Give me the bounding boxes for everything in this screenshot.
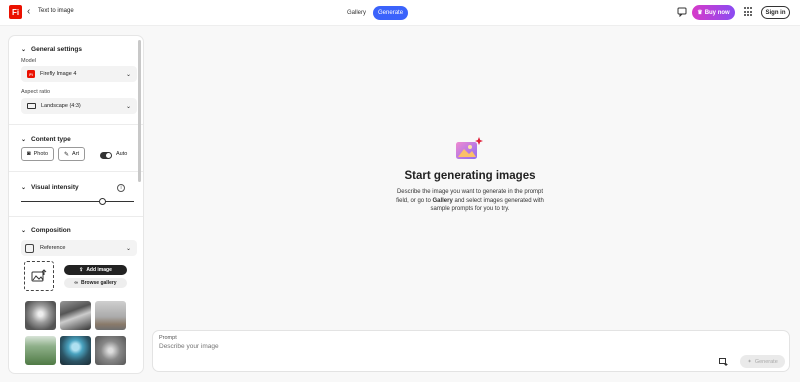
buy-now-button[interactable]: ♛ Buy now <box>692 5 735 20</box>
photo-chip[interactable]: ◙ Photo <box>21 147 54 161</box>
visual-intensity-header[interactable]: ⌄ Visual intensity <box>21 184 79 191</box>
generate-label: Generate <box>754 358 778 365</box>
panel-scrollbar[interactable] <box>138 40 141 182</box>
art-chip[interactable]: ✎ Art <box>58 147 86 161</box>
model-label: Model <box>21 58 36 64</box>
apps-grid-icon[interactable] <box>744 7 754 17</box>
empty-state-title: Start generating images <box>404 170 536 182</box>
content-type-header[interactable]: ⌄ Content type <box>21 136 71 143</box>
chevron-down-icon: ⌄ <box>21 137 27 143</box>
general-settings-header[interactable]: ⌄ General settings <box>21 46 82 53</box>
empty-state-description: Describe the image you want to generate … <box>390 188 550 214</box>
info-icon[interactable]: i <box>117 184 125 192</box>
gallery-thumbnail[interactable] <box>25 336 56 365</box>
tab-generate[interactable]: Generate <box>373 6 409 20</box>
gallery-thumbnail[interactable] <box>60 336 91 365</box>
sparkle-icon: ✦ <box>747 358 752 365</box>
upload-dropzone[interactable] <box>24 261 54 291</box>
chevron-down-icon: ⌄ <box>125 245 131 252</box>
reference-icon <box>25 243 34 253</box>
gallery-link[interactable]: Gallery <box>432 198 452 204</box>
divider <box>9 124 143 125</box>
model-select[interactable]: Fi Firefly Image 4 ⌄ <box>21 66 137 82</box>
photo-label: Photo <box>33 151 48 157</box>
style-reference-icon[interactable] <box>719 358 728 366</box>
divider <box>9 216 143 217</box>
browse-gallery-button[interactable]: ∞ Browse gallery <box>64 278 127 288</box>
settings-panel: ⌄ General settings Model Fi Firefly Imag… <box>8 35 144 374</box>
reference-label: Reference <box>40 245 66 251</box>
auto-toggle[interactable] <box>100 152 112 159</box>
binoculars-icon: ∞ <box>74 280 78 286</box>
aspect-ratio-select[interactable]: Landscape (4:3) ⌄ <box>21 98 137 114</box>
camera-icon: ◙ <box>27 151 31 157</box>
prompt-label: Prompt <box>159 335 177 341</box>
generate-images-icon <box>456 137 483 159</box>
landscape-icon <box>27 103 36 109</box>
add-image-label: Add image <box>86 267 112 273</box>
gallery-thumbnail[interactable] <box>60 301 91 330</box>
reference-select[interactable]: Reference ⌄ <box>21 240 137 256</box>
prompt-input[interactable] <box>159 343 559 350</box>
brush-icon: ✎ <box>64 151 70 158</box>
composition-title: Composition <box>31 227 71 234</box>
back-arrow-icon[interactable]: ‹ <box>27 6 30 17</box>
generate-button[interactable]: ✦ Generate <box>740 355 785 368</box>
firefly-model-icon: Fi <box>27 70 35 78</box>
add-image-button[interactable]: ⇪ Add image <box>64 265 127 275</box>
browse-gallery-label: Browse gallery <box>81 280 117 286</box>
mode-tabs: Gallery Generate <box>342 6 409 20</box>
gallery-thumbnail[interactable] <box>25 301 56 330</box>
buy-now-label: Buy now <box>704 9 730 16</box>
chevron-down-icon: ⌄ <box>21 47 27 53</box>
top-bar: Fi ‹ Text to image Gallery Generate ♛ Bu… <box>0 0 800 26</box>
feedback-icon[interactable] <box>677 7 687 17</box>
sign-in-button[interactable]: Sign in <box>761 6 790 19</box>
art-label: Art <box>72 151 80 157</box>
tab-gallery[interactable]: Gallery <box>342 6 372 20</box>
visual-intensity-title: Visual intensity <box>31 184 79 191</box>
composition-header[interactable]: ⌄ Composition <box>21 227 71 234</box>
divider <box>9 171 143 172</box>
aspect-ratio-value: Landscape (4:3) <box>41 103 81 109</box>
auto-label: Auto <box>116 151 128 157</box>
back-link[interactable]: Text to image <box>38 8 74 14</box>
crown-icon: ♛ <box>697 10 703 16</box>
aspect-ratio-label: Aspect ratio <box>21 89 51 95</box>
model-value: Firefly Image 4 <box>40 71 77 77</box>
prompt-box: Prompt ✦ Generate <box>152 330 790 372</box>
visual-intensity-track[interactable] <box>21 201 134 202</box>
general-settings-title: General settings <box>31 46 82 53</box>
firefly-logo[interactable]: Fi <box>9 5 22 19</box>
content-type-title: Content type <box>31 136 71 143</box>
gallery-thumbnail[interactable] <box>95 336 126 365</box>
chevron-down-icon: ⌄ <box>21 228 27 234</box>
chevron-down-icon: ⌄ <box>125 103 131 110</box>
image-upload-icon <box>31 269 47 282</box>
chevron-down-icon: ⌄ <box>21 185 27 191</box>
gallery-thumbnail[interactable] <box>95 301 126 330</box>
visual-intensity-thumb[interactable] <box>98 198 106 205</box>
chevron-down-icon: ⌄ <box>125 71 131 78</box>
upload-icon: ⇪ <box>79 267 84 273</box>
